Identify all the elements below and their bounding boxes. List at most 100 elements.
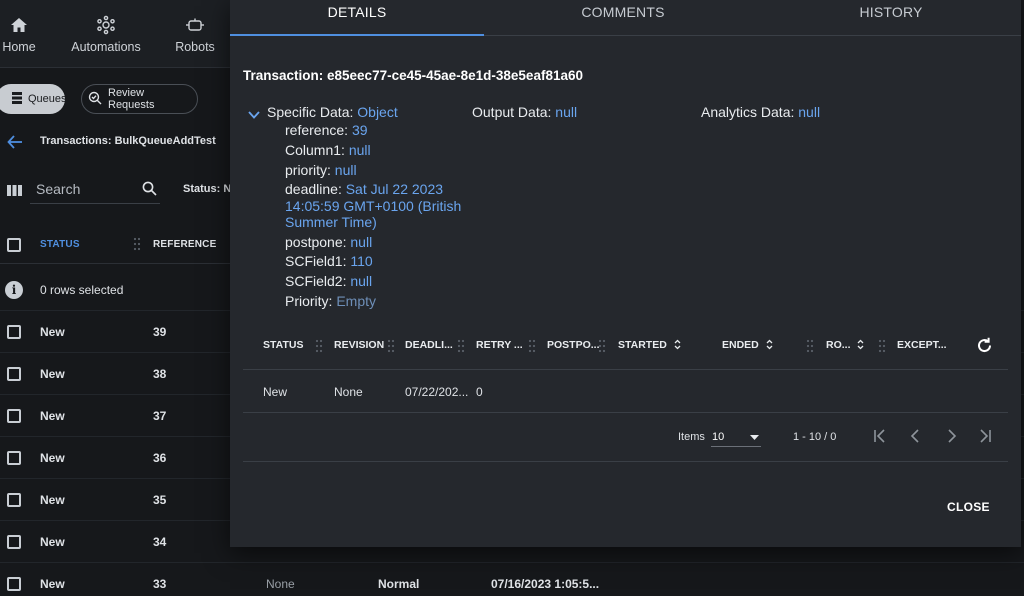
queues-chip[interactable]: Queues (0, 84, 67, 114)
tab-history[interactable]: HISTORY (764, 0, 1018, 36)
row-reference: 37 (153, 409, 167, 423)
field-value: Sat Jul 22 2023 (345, 181, 444, 197)
column-resize-handle[interactable] (315, 339, 323, 353)
column-resize-handle[interactable] (387, 339, 395, 353)
first-page-icon[interactable] (872, 428, 888, 449)
specific-data[interactable]: Specific Data: Object (267, 104, 398, 120)
specific-data-value: Object (357, 104, 398, 120)
column-resize-handle[interactable] (598, 339, 606, 353)
page-range: 1 - 10 / 0 (793, 431, 837, 443)
tab-comments[interactable]: COMMENTS (496, 0, 750, 36)
column-resize-handle[interactable] (133, 237, 141, 256)
sort-icon (674, 339, 681, 350)
queues-chip-label: Queues (28, 93, 67, 105)
close-button[interactable]: CLOSE (947, 500, 990, 514)
row-status: New (40, 535, 65, 549)
field-scfield1: SCField1: 110 (285, 253, 373, 269)
items-per-page-value: 10 (712, 431, 725, 443)
row-checkbox[interactable] (7, 493, 21, 507)
nav-home[interactable]: Home (0, 0, 38, 68)
page-title: Transactions: BulkQueueAddTest (40, 135, 216, 147)
col-deadline[interactable]: DEADLI... (405, 339, 453, 351)
field-postpone: postpone: null (285, 234, 372, 250)
refresh-icon[interactable] (976, 337, 993, 359)
last-page-icon[interactable] (977, 428, 993, 449)
items-label: Items (678, 431, 705, 443)
row-status: New (40, 367, 65, 381)
nav-robots-label: Robots (175, 40, 215, 54)
col-exception[interactable]: EXCEPT... (897, 339, 947, 351)
cell-retry: 0 (476, 385, 483, 399)
col-ended-label: ENDED (722, 339, 759, 351)
col-retry[interactable]: RETRY ... (476, 339, 523, 351)
row-checkbox[interactable] (7, 367, 21, 381)
field-key: SCField1: (285, 253, 347, 269)
row-checkbox[interactable] (7, 577, 21, 591)
dropdown-arrow-icon (750, 435, 759, 440)
column-resize-handle[interactable] (528, 339, 536, 353)
field-value: 39 (351, 122, 368, 138)
prev-page-icon[interactable] (908, 428, 924, 449)
row-checkbox[interactable] (7, 409, 21, 423)
column-resize-handle[interactable] (878, 339, 886, 353)
sort-icon (857, 339, 864, 350)
row-status: New (40, 577, 65, 591)
field-value: null (348, 142, 371, 158)
field-value: null (350, 273, 373, 289)
row-reference: 38 (153, 367, 167, 381)
cell-deadline: 07/22/202... (405, 385, 469, 399)
status-filter[interactable]: Status: N (183, 183, 231, 195)
chevron-down-icon[interactable] (248, 106, 260, 124)
field-value: 14:05:59 GMT+0100 (British (285, 198, 462, 214)
review-chip-label: Review Requests (108, 87, 155, 111)
items-per-page-select[interactable]: 10 (711, 425, 761, 447)
field-key: reference: (285, 122, 349, 138)
select-all-checkbox[interactable] (7, 238, 21, 252)
automations-icon (96, 14, 116, 36)
search-icon[interactable] (142, 181, 157, 201)
review-requests-chip[interactable]: Review Requests (81, 84, 198, 114)
field-value: Summer Time) (285, 214, 377, 230)
col-robot-label: RO... (826, 339, 851, 351)
col-postpone[interactable]: POSTPO... (547, 339, 600, 351)
status-column-header[interactable]: STATUS (40, 239, 80, 250)
col-ended[interactable]: ENDED (722, 339, 773, 351)
sort-icon (766, 339, 773, 350)
col-robot[interactable]: RO... (826, 339, 864, 351)
column-resize-handle[interactable] (806, 339, 814, 353)
field-priority: priority: null (285, 162, 357, 178)
row-reference: 33 (153, 577, 167, 591)
field-key: SCField2: (285, 273, 347, 289)
row-reference: 39 (153, 325, 167, 339)
reference-column-header[interactable]: REFERENCE (153, 239, 216, 250)
analytics-data: Analytics Data: null (701, 104, 820, 120)
tab-details[interactable]: DETAILS (230, 0, 484, 36)
field-key: priority: (285, 162, 331, 178)
list-header: STATUS REFERENCE (0, 226, 230, 264)
col-revision[interactable]: REVISION (334, 339, 384, 351)
row-checkbox[interactable] (7, 325, 21, 339)
col-started[interactable]: STARTED (618, 339, 681, 351)
nav-robots[interactable]: Robots (170, 0, 220, 68)
info-icon: i (5, 281, 23, 299)
dialog-tabs: DETAILS COMMENTS HISTORY (230, 0, 1021, 36)
table-row[interactable]: New 33 None Normal 07/16/2023 1:05:5... (0, 562, 1024, 596)
search-input[interactable] (30, 174, 160, 204)
robot-icon (185, 14, 205, 36)
transaction-title: Transaction: e85eec77-ce45-45ae-8e1d-38e… (243, 68, 583, 83)
row-reference: 34 (153, 535, 167, 549)
row-checkbox[interactable] (7, 451, 21, 465)
row-status: New (40, 451, 65, 465)
field-deadline-cont: 14:05:59 GMT+0100 (British (285, 198, 461, 214)
cell-status: New (263, 385, 288, 399)
back-arrow-icon[interactable] (7, 133, 23, 154)
nav-automations[interactable]: Automations (68, 0, 144, 68)
row-status: New (40, 409, 65, 423)
col-status[interactable]: STATUS (263, 339, 303, 351)
next-page-icon[interactable] (943, 428, 959, 449)
columns-icon[interactable] (7, 183, 22, 196)
home-icon (10, 14, 28, 36)
column-resize-handle[interactable] (457, 339, 465, 353)
row-reference: 36 (153, 451, 167, 465)
row-checkbox[interactable] (7, 535, 21, 549)
